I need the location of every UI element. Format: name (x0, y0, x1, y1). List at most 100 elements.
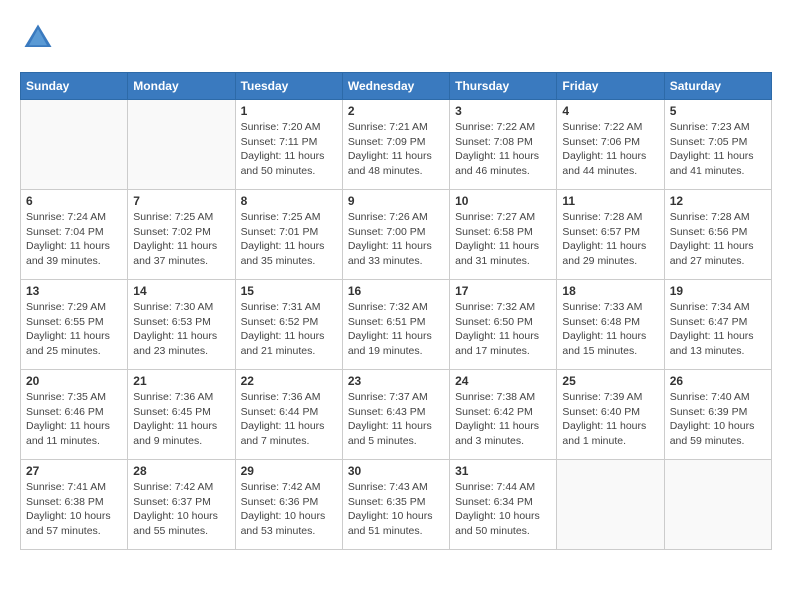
day-info: Sunrise: 7:42 AM Sunset: 6:36 PM Dayligh… (241, 480, 337, 539)
day-cell (21, 100, 128, 190)
day-number: 31 (455, 464, 551, 478)
day-info: Sunrise: 7:30 AM Sunset: 6:53 PM Dayligh… (133, 300, 229, 359)
day-cell: 18 Sunrise: 7:33 AM Sunset: 6:48 PM Dayli… (557, 280, 664, 370)
day-number: 22 (241, 374, 337, 388)
day-info: Sunrise: 7:37 AM Sunset: 6:43 PM Dayligh… (348, 390, 444, 449)
day-info: Sunrise: 7:24 AM Sunset: 7:04 PM Dayligh… (26, 210, 122, 269)
day-cell: 12 Sunrise: 7:28 AM Sunset: 6:56 PM Dayli… (664, 190, 771, 280)
day-cell: 26 Sunrise: 7:40 AM Sunset: 6:39 PM Dayli… (664, 370, 771, 460)
day-cell: 14 Sunrise: 7:30 AM Sunset: 6:53 PM Dayli… (128, 280, 235, 370)
day-info: Sunrise: 7:39 AM Sunset: 6:40 PM Dayligh… (562, 390, 658, 449)
day-cell (557, 460, 664, 550)
day-cell: 23 Sunrise: 7:37 AM Sunset: 6:43 PM Dayli… (342, 370, 449, 460)
day-info: Sunrise: 7:26 AM Sunset: 7:00 PM Dayligh… (348, 210, 444, 269)
day-cell: 6 Sunrise: 7:24 AM Sunset: 7:04 PM Daylig… (21, 190, 128, 280)
weekday-header-friday: Friday (557, 73, 664, 100)
day-number: 14 (133, 284, 229, 298)
day-number: 25 (562, 374, 658, 388)
day-info: Sunrise: 7:25 AM Sunset: 7:01 PM Dayligh… (241, 210, 337, 269)
day-info: Sunrise: 7:28 AM Sunset: 6:56 PM Dayligh… (670, 210, 766, 269)
day-number: 17 (455, 284, 551, 298)
day-cell: 17 Sunrise: 7:32 AM Sunset: 6:50 PM Dayli… (450, 280, 557, 370)
day-cell: 13 Sunrise: 7:29 AM Sunset: 6:55 PM Dayli… (21, 280, 128, 370)
day-cell: 25 Sunrise: 7:39 AM Sunset: 6:40 PM Dayli… (557, 370, 664, 460)
day-cell: 21 Sunrise: 7:36 AM Sunset: 6:45 PM Dayli… (128, 370, 235, 460)
day-cell: 15 Sunrise: 7:31 AM Sunset: 6:52 PM Dayli… (235, 280, 342, 370)
day-cell: 3 Sunrise: 7:22 AM Sunset: 7:08 PM Daylig… (450, 100, 557, 190)
day-number: 5 (670, 104, 766, 118)
day-number: 23 (348, 374, 444, 388)
weekday-header-sunday: Sunday (21, 73, 128, 100)
day-number: 10 (455, 194, 551, 208)
day-info: Sunrise: 7:31 AM Sunset: 6:52 PM Dayligh… (241, 300, 337, 359)
day-number: 27 (26, 464, 122, 478)
day-info: Sunrise: 7:44 AM Sunset: 6:34 PM Dayligh… (455, 480, 551, 539)
day-cell: 16 Sunrise: 7:32 AM Sunset: 6:51 PM Dayli… (342, 280, 449, 370)
week-row-5: 27 Sunrise: 7:41 AM Sunset: 6:38 PM Dayli… (21, 460, 772, 550)
weekday-header-thursday: Thursday (450, 73, 557, 100)
day-number: 16 (348, 284, 444, 298)
page-header (20, 20, 772, 56)
day-cell: 9Sunrise: 7:26 AM Sunset: 7:00 PM Daylig… (342, 190, 449, 280)
day-number: 3 (455, 104, 551, 118)
day-cell: 1 Sunrise: 7:20 AM Sunset: 7:11 PM Daylig… (235, 100, 342, 190)
weekday-header-wednesday: Wednesday (342, 73, 449, 100)
day-info: Sunrise: 7:42 AM Sunset: 6:37 PM Dayligh… (133, 480, 229, 539)
day-number: 6 (26, 194, 122, 208)
day-number: 4 (562, 104, 658, 118)
day-info: Sunrise: 7:33 AM Sunset: 6:48 PM Dayligh… (562, 300, 658, 359)
logo (20, 20, 60, 56)
day-cell: 5 Sunrise: 7:23 AM Sunset: 7:05 PM Daylig… (664, 100, 771, 190)
day-number: 30 (348, 464, 444, 478)
day-cell: 11Sunrise: 7:28 AM Sunset: 6:57 PM Dayli… (557, 190, 664, 280)
day-cell: 2 Sunrise: 7:21 AM Sunset: 7:09 PM Daylig… (342, 100, 449, 190)
week-row-3: 13 Sunrise: 7:29 AM Sunset: 6:55 PM Dayli… (21, 280, 772, 370)
day-number: 2 (348, 104, 444, 118)
day-info: Sunrise: 7:34 AM Sunset: 6:47 PM Dayligh… (670, 300, 766, 359)
day-cell: 7 Sunrise: 7:25 AM Sunset: 7:02 PM Daylig… (128, 190, 235, 280)
day-info: Sunrise: 7:41 AM Sunset: 6:38 PM Dayligh… (26, 480, 122, 539)
day-number: 7 (133, 194, 229, 208)
day-info: Sunrise: 7:21 AM Sunset: 7:09 PM Dayligh… (348, 120, 444, 179)
week-row-4: 20 Sunrise: 7:35 AM Sunset: 6:46 PM Dayli… (21, 370, 772, 460)
day-info: Sunrise: 7:36 AM Sunset: 6:44 PM Dayligh… (241, 390, 337, 449)
day-number: 29 (241, 464, 337, 478)
week-row-1: 1 Sunrise: 7:20 AM Sunset: 7:11 PM Daylig… (21, 100, 772, 190)
day-number: 13 (26, 284, 122, 298)
day-number: 8 (241, 194, 337, 208)
day-info: Sunrise: 7:38 AM Sunset: 6:42 PM Dayligh… (455, 390, 551, 449)
weekday-header-saturday: Saturday (664, 73, 771, 100)
day-number: 28 (133, 464, 229, 478)
day-cell: 22 Sunrise: 7:36 AM Sunset: 6:44 PM Dayli… (235, 370, 342, 460)
day-number: 26 (670, 374, 766, 388)
day-info: Sunrise: 7:32 AM Sunset: 6:51 PM Dayligh… (348, 300, 444, 359)
day-info: Sunrise: 7:40 AM Sunset: 6:39 PM Dayligh… (670, 390, 766, 449)
day-cell (128, 100, 235, 190)
day-number: 21 (133, 374, 229, 388)
day-cell: 19 Sunrise: 7:34 AM Sunset: 6:47 PM Dayli… (664, 280, 771, 370)
day-cell: 4Sunrise: 7:22 AM Sunset: 7:06 PM Daylig… (557, 100, 664, 190)
day-cell: 8 Sunrise: 7:25 AM Sunset: 7:01 PM Daylig… (235, 190, 342, 280)
day-info: Sunrise: 7:25 AM Sunset: 7:02 PM Dayligh… (133, 210, 229, 269)
day-cell: 27 Sunrise: 7:41 AM Sunset: 6:38 PM Dayli… (21, 460, 128, 550)
day-info: Sunrise: 7:20 AM Sunset: 7:11 PM Dayligh… (241, 120, 337, 179)
day-info: Sunrise: 7:27 AM Sunset: 6:58 PM Dayligh… (455, 210, 551, 269)
day-number: 18 (562, 284, 658, 298)
day-number: 15 (241, 284, 337, 298)
day-number: 20 (26, 374, 122, 388)
day-info: Sunrise: 7:23 AM Sunset: 7:05 PM Dayligh… (670, 120, 766, 179)
day-info: Sunrise: 7:43 AM Sunset: 6:35 PM Dayligh… (348, 480, 444, 539)
day-info: Sunrise: 7:28 AM Sunset: 6:57 PM Dayligh… (562, 210, 658, 269)
weekday-header-monday: Monday (128, 73, 235, 100)
week-row-2: 6 Sunrise: 7:24 AM Sunset: 7:04 PM Daylig… (21, 190, 772, 280)
day-number: 1 (241, 104, 337, 118)
day-info: Sunrise: 7:22 AM Sunset: 7:08 PM Dayligh… (455, 120, 551, 179)
day-info: Sunrise: 7:36 AM Sunset: 6:45 PM Dayligh… (133, 390, 229, 449)
day-info: Sunrise: 7:29 AM Sunset: 6:55 PM Dayligh… (26, 300, 122, 359)
day-info: Sunrise: 7:32 AM Sunset: 6:50 PM Dayligh… (455, 300, 551, 359)
day-cell: 28 Sunrise: 7:42 AM Sunset: 6:37 PM Dayli… (128, 460, 235, 550)
day-number: 12 (670, 194, 766, 208)
day-info: Sunrise: 7:35 AM Sunset: 6:46 PM Dayligh… (26, 390, 122, 449)
day-number: 19 (670, 284, 766, 298)
day-cell: 24Sunrise: 7:38 AM Sunset: 6:42 PM Dayli… (450, 370, 557, 460)
